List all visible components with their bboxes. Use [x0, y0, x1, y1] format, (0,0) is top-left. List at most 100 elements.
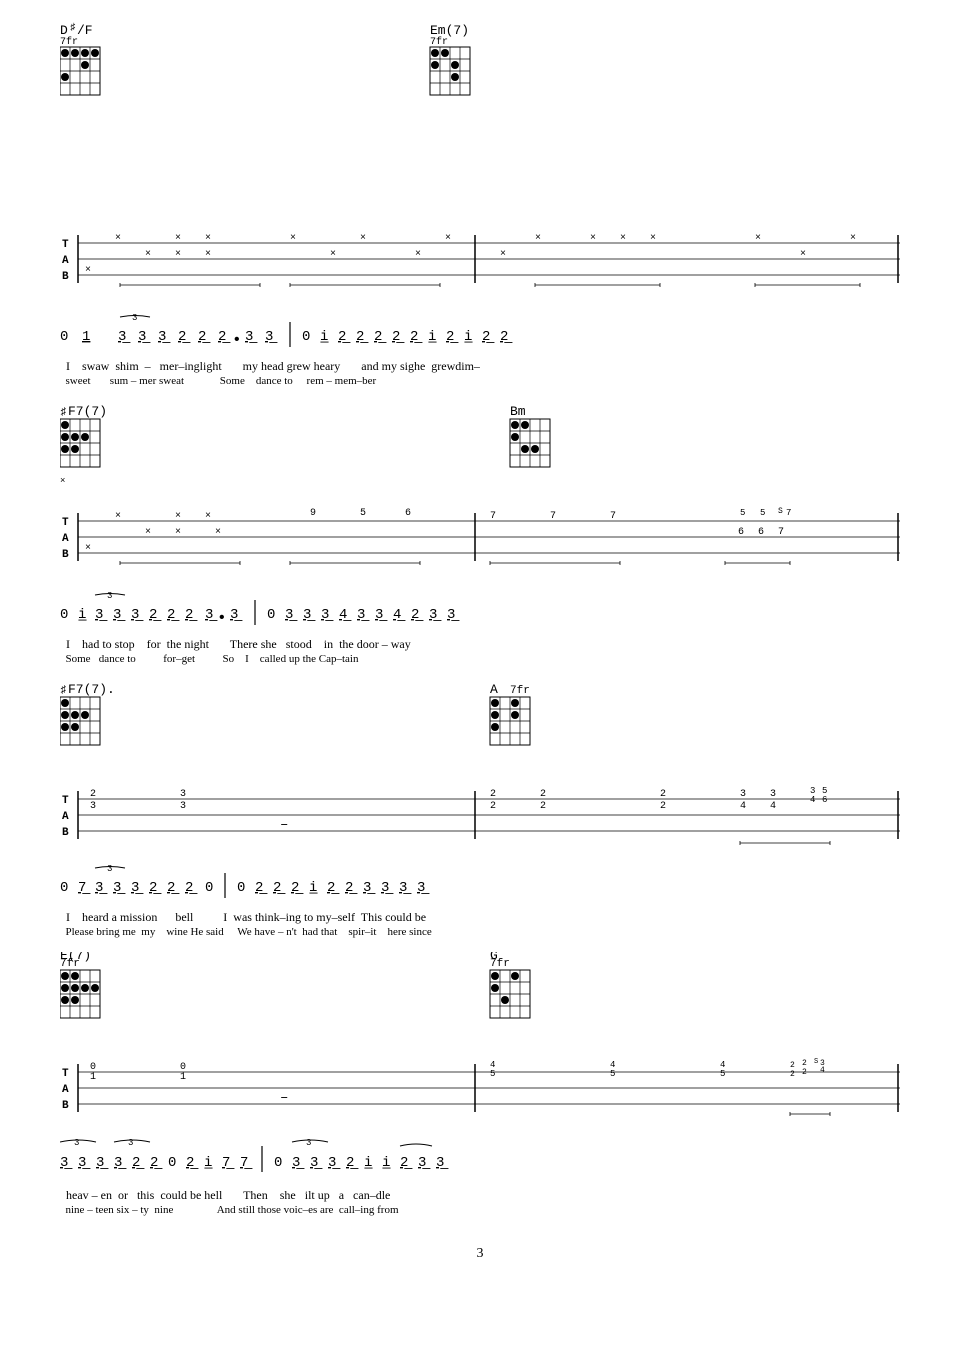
- svg-text:5: 5: [610, 1069, 615, 1079]
- svg-text:1: 1: [82, 329, 90, 345]
- svg-text:A: A: [62, 533, 69, 545]
- svg-text:3̲: 3̲: [381, 880, 394, 896]
- svg-text:1: 1: [90, 1072, 96, 1083]
- svg-text:×: ×: [215, 527, 221, 538]
- svg-text:×: ×: [175, 511, 181, 522]
- svg-text:×: ×: [330, 249, 336, 260]
- svg-text:A: A: [62, 255, 69, 267]
- svg-text:3̲: 3̲: [114, 1155, 127, 1171]
- svg-text:♯: ♯: [60, 407, 67, 419]
- svg-text:3: 3: [132, 313, 137, 323]
- svg-text:×: ×: [205, 233, 211, 244]
- svg-text:2: 2: [490, 801, 496, 812]
- svg-text:5: 5: [720, 1069, 725, 1079]
- page-number: 3: [60, 1246, 900, 1262]
- svg-text:3̲: 3̲: [375, 607, 388, 623]
- svg-text:F7(7).: F7(7).: [68, 682, 115, 697]
- svg-text:4: 4: [810, 795, 815, 805]
- svg-text:3̲: 3̲: [357, 607, 370, 623]
- svg-text:×: ×: [85, 265, 91, 276]
- svg-text:2̲: 2̲: [273, 880, 286, 896]
- svg-text:×: ×: [145, 249, 151, 260]
- svg-text:0: 0: [168, 1155, 176, 1171]
- svg-text:3̲: 3̲: [113, 607, 126, 623]
- svg-text:3: 3: [180, 801, 186, 812]
- svg-text:3̲: 3̲: [131, 607, 144, 623]
- svg-text:7̲: 7̲: [222, 1155, 235, 1171]
- svg-text:i̲: i̲: [204, 1155, 214, 1171]
- tab-staff-1: T A B × × × × × × × × × × × × × ×: [60, 225, 900, 310]
- svg-text:A: A: [490, 682, 498, 697]
- svg-text:2: 2: [790, 1070, 795, 1079]
- svg-text:2: 2: [802, 1068, 807, 1077]
- svg-text:i̲: i̲: [78, 607, 88, 623]
- svg-text:7fr: 7fr: [490, 958, 510, 970]
- svg-text:×: ×: [175, 233, 181, 244]
- svg-text:♯: ♯: [60, 685, 67, 697]
- svg-text:×: ×: [650, 233, 656, 244]
- svg-text:×: ×: [145, 527, 151, 538]
- svg-text:E(7): E(7): [60, 952, 91, 963]
- svg-text:4: 4: [740, 801, 746, 812]
- svg-text:B: B: [62, 1100, 69, 1112]
- svg-text:4: 4: [770, 801, 776, 812]
- svg-text:2: 2: [660, 801, 666, 812]
- svg-text:7: 7: [778, 527, 784, 538]
- svg-text:×: ×: [175, 527, 181, 538]
- svg-text:6: 6: [405, 508, 411, 519]
- page: D ♯ /F 7fr Em(7) 7fr: [0, 0, 960, 1357]
- svg-text:2: 2: [790, 1061, 795, 1070]
- svg-text:/F: /F: [77, 23, 93, 38]
- svg-text:B: B: [62, 827, 69, 839]
- svg-text:2̲: 2̲: [411, 607, 424, 623]
- svg-text:6: 6: [758, 527, 764, 538]
- lyrics-2b: Some dance to for–get So I called up the…: [60, 653, 900, 665]
- svg-text:T: T: [62, 517, 69, 529]
- svg-text:3̲: 3̲: [436, 1155, 449, 1171]
- svg-text:3: 3: [306, 1138, 311, 1148]
- svg-text:3̲: 3̲: [118, 329, 131, 345]
- svg-text:3̲: 3̲: [429, 607, 442, 623]
- svg-text:×: ×: [445, 233, 451, 244]
- svg-text:4̲: 4̲: [393, 607, 406, 623]
- notation-line-3: 0 7̲ 3 3̲ 3̲ 3̲ 2̲ 2̲ 2̲ 0 0 2̲ 2̲ 2̲ i̲…: [60, 863, 900, 908]
- svg-text:2̲: 2̲: [218, 329, 231, 345]
- svg-text:×: ×: [500, 249, 506, 260]
- svg-text:×: ×: [755, 233, 761, 244]
- svg-text:2: 2: [660, 789, 666, 800]
- svg-text:A: A: [62, 811, 69, 823]
- section3-chords: ♯ F7(7). 7fr A: [60, 679, 900, 779]
- svg-text:2̲: 2̲: [132, 1155, 145, 1171]
- svg-text:7: 7: [490, 511, 496, 522]
- svg-text:×: ×: [85, 543, 91, 554]
- svg-text:1: 1: [180, 1072, 186, 1083]
- svg-text:9: 9: [310, 508, 316, 519]
- svg-text:0: 0: [60, 880, 68, 896]
- svg-text:3: 3: [90, 801, 96, 812]
- svg-text:3̲: 3̲: [60, 1155, 73, 1171]
- lyrics-1a: I swaw shim – mer–inglight my head grew …: [60, 359, 900, 374]
- svg-text:i̲: i̲: [320, 329, 330, 345]
- svg-text:7: 7: [786, 508, 791, 518]
- svg-text:×: ×: [850, 233, 856, 244]
- svg-text:2̲: 2̲: [185, 607, 198, 623]
- svg-text:2̲: 2̲: [186, 1155, 199, 1171]
- svg-text:2̲: 2̲: [167, 607, 180, 623]
- section4-chords: 7fr E(7) G 7fr: [60, 952, 900, 1052]
- svg-text:3̲: 3̲: [399, 880, 412, 896]
- svg-text:2̲: 2̲: [356, 329, 369, 345]
- svg-text:0: 0: [60, 329, 68, 345]
- svg-text:×: ×: [535, 233, 541, 244]
- svg-text:3: 3: [107, 591, 112, 601]
- svg-text:2: 2: [540, 801, 546, 812]
- tab-staff-3: T A B 2 3 3 3 – 2 2 2 2 2 2 3 4 3 4 3 5 …: [60, 781, 900, 861]
- svg-text:7: 7: [550, 511, 556, 522]
- section1-svg: D ♯ /F 7fr Em(7) 7fr: [60, 20, 900, 220]
- svg-text:5: 5: [760, 508, 765, 518]
- svg-text:2̲: 2̲: [410, 329, 423, 345]
- svg-text:2̲: 2̲: [291, 880, 304, 896]
- svg-text:×: ×: [115, 511, 121, 522]
- svg-text:3: 3: [74, 1138, 79, 1148]
- lyrics-3b: Please bring me my wine He said We have …: [60, 926, 900, 938]
- svg-text:3̲: 3̲: [113, 880, 126, 896]
